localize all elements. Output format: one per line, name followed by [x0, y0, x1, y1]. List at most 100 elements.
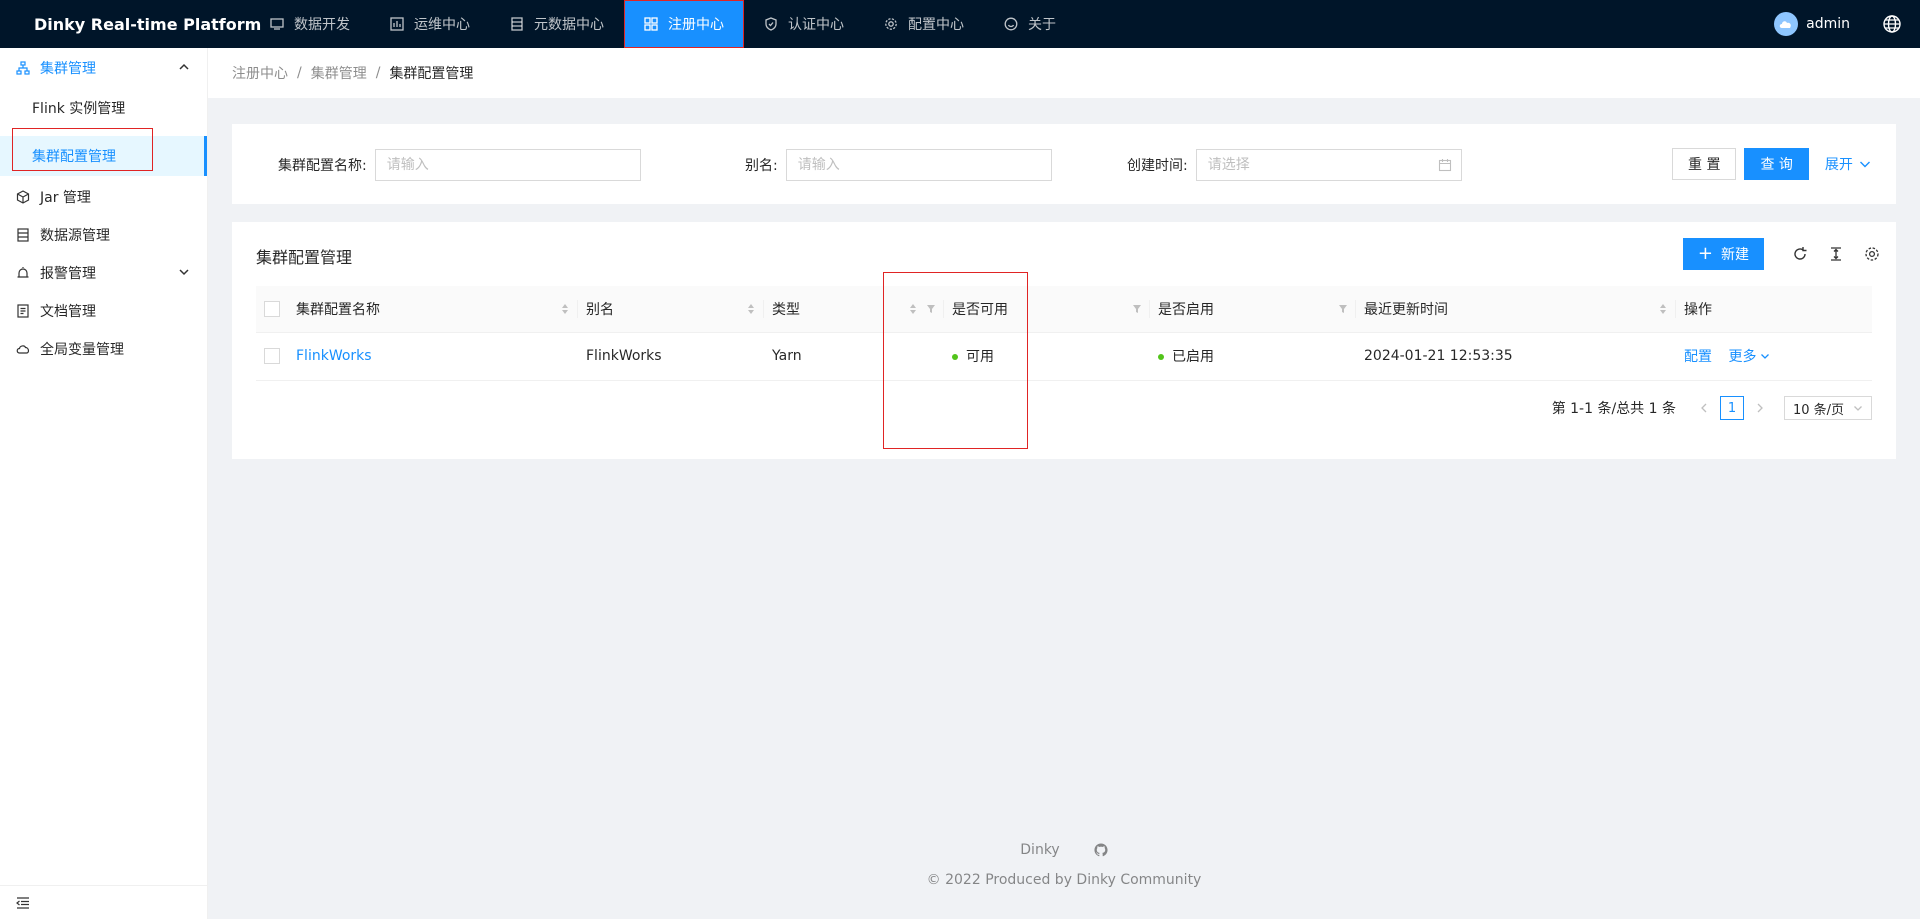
chevron-down-icon: [1854, 406, 1862, 411]
sort-icon[interactable]: [1658, 302, 1668, 316]
collapse-sidebar-button[interactable]: [0, 885, 207, 919]
nav-label: 数据开发: [294, 17, 350, 33]
cell-actions: 配置 更多: [1676, 332, 1872, 381]
search-form: 集群配置名称: 别名: 创建时间: 重 置 查 询 展开: [232, 124, 1896, 204]
sidebar-item-jar[interactable]: Jar 管理: [0, 178, 207, 216]
column-header-available[interactable]: 是否可用: [944, 286, 1150, 333]
alias-input[interactable]: [785, 149, 1052, 181]
globe-icon[interactable]: [1882, 14, 1902, 34]
query-button[interactable]: 查 询: [1744, 148, 1809, 180]
nav-item-ops-center[interactable]: 运维中心: [370, 0, 490, 48]
alias-label: 别名:: [745, 158, 778, 174]
column-title: 操作: [1684, 301, 1712, 318]
username: admin: [1806, 16, 1850, 32]
user-menu[interactable]: admin: [1774, 12, 1850, 36]
footer-brand-link[interactable]: Dinky: [1020, 842, 1059, 858]
filter-icon[interactable]: [1132, 302, 1142, 316]
nav-label: 运维中心: [414, 17, 470, 33]
nav-item-config-center[interactable]: 配置中心: [864, 0, 984, 48]
more-action-dropdown[interactable]: 更多: [1728, 346, 1770, 366]
cell-updated: 2024-01-21 12:53:35: [1356, 332, 1676, 381]
name-field: 集群配置名称:: [278, 149, 641, 181]
table-row[interactable]: FlinkWorks FlinkWorks Yarn 可用 已启用 2024-0…: [256, 332, 1872, 381]
nav-item-registry-center[interactable]: 注册中心: [624, 0, 744, 48]
sidebar-item-docs[interactable]: 文档管理: [0, 292, 207, 330]
column-title: 是否启用: [1158, 301, 1214, 318]
config-name-link[interactable]: FlinkWorks: [296, 348, 372, 364]
created-date-picker[interactable]: [1195, 149, 1462, 181]
page-size-value: 10 条/页: [1793, 402, 1845, 418]
expand-label: 展开: [1824, 157, 1853, 173]
setting-icon[interactable]: [1864, 246, 1880, 262]
sort-icon[interactable]: [746, 302, 756, 316]
nav-item-data-dev[interactable]: 数据开发: [250, 0, 370, 48]
sidebar-item-global-vars[interactable]: 全局变量管理: [0, 330, 207, 368]
status-dot: [952, 354, 958, 360]
next-page-button[interactable]: [1748, 396, 1772, 420]
sort-icon[interactable]: [560, 302, 570, 316]
calendar-icon: [1438, 159, 1451, 172]
app-title: Dinky Real-time Platform: [34, 14, 262, 34]
sidebar-item-datasource[interactable]: 数据源管理: [0, 216, 207, 254]
cell-type: Yarn: [764, 332, 944, 381]
cell-available: 可用: [944, 332, 1150, 381]
breadcrumb-current: 集群配置管理: [389, 66, 474, 82]
nav-item-about[interactable]: 关于: [984, 0, 1076, 48]
expand-link[interactable]: 展开: [1825, 154, 1871, 174]
column-title: 集群配置名称: [296, 301, 380, 318]
cell-enabled: 已启用: [1150, 332, 1356, 381]
search-actions: 重 置 查 询 展开: [1672, 148, 1871, 180]
github-icon[interactable]: [1094, 843, 1108, 857]
nav-label: 注册中心: [668, 17, 724, 33]
sort-icon[interactable]: [908, 302, 918, 316]
filter-icon[interactable]: [1338, 302, 1348, 316]
select-all-checkbox[interactable]: [264, 300, 280, 317]
breadcrumb-item[interactable]: 集群管理: [311, 63, 367, 83]
status-badge: 可用: [966, 349, 994, 365]
sidebar-item-label: 全局变量管理: [40, 342, 124, 358]
reset-button[interactable]: 重 置: [1672, 148, 1737, 180]
chevron-down-icon: [1761, 354, 1770, 359]
breadcrumb-item[interactable]: 注册中心: [232, 63, 288, 83]
column-header-type[interactable]: 类型: [764, 286, 944, 333]
new-button-label: 新建: [1721, 247, 1749, 263]
column-header-name[interactable]: 集群配置名称: [288, 286, 578, 333]
name-label: 集群配置名称:: [278, 158, 367, 174]
brand[interactable]: Dinky Real-time Platform: [0, 0, 261, 48]
config-action-link[interactable]: 配置: [1684, 349, 1712, 365]
footer-copyright: © 2022 Produced by Dinky Community: [208, 872, 1920, 888]
sidebar-item-label: Jar 管理: [40, 190, 91, 206]
cluster-config-table: 集群配置名称 别名 类型 是否可用 是否启用 最近更新时间 操作 FlinkWo…: [256, 286, 1872, 381]
breadcrumb-separator: /: [297, 65, 302, 81]
nav-label: 配置中心: [908, 17, 964, 33]
column-header-updated[interactable]: 最近更新时间: [1356, 286, 1676, 333]
column-header-alias[interactable]: 别名: [578, 286, 764, 333]
column-title: 类型: [772, 301, 800, 318]
menu-fold-icon: [16, 896, 29, 909]
reload-icon[interactable]: [1792, 246, 1808, 262]
page-size-select[interactable]: 10 条/页: [1784, 396, 1872, 420]
copyright-text: 2022 Produced by Dinky Community: [945, 872, 1202, 888]
shield-icon: [764, 17, 778, 31]
column-title: 最近更新时间: [1364, 301, 1448, 318]
new-button[interactable]: + 新建: [1682, 238, 1764, 270]
nav-item-auth-center[interactable]: 认证中心: [744, 0, 864, 48]
prev-page-button[interactable]: [1692, 396, 1716, 420]
status-badge: 已启用: [1172, 349, 1214, 365]
appstore-icon: [644, 17, 658, 31]
column-header-enabled[interactable]: 是否启用: [1150, 286, 1356, 333]
sidebar-item-alert[interactable]: 报警管理: [0, 254, 207, 292]
row-checkbox[interactable]: [264, 348, 280, 364]
nav-item-metadata-center[interactable]: 元数据中心: [490, 0, 624, 48]
sidebar-group-cluster[interactable]: 集群管理: [0, 48, 207, 88]
name-input[interactable]: [374, 149, 641, 181]
select-all-cell: [256, 286, 288, 333]
page-number[interactable]: 1: [1720, 396, 1744, 420]
column-height-icon[interactable]: [1828, 246, 1844, 262]
sidebar-item-flink-instance[interactable]: Flink 实例管理: [0, 88, 207, 128]
sidebar-item-cluster-config[interactable]: 集群配置管理: [0, 128, 207, 176]
table-title: 集群配置管理: [256, 248, 353, 267]
sidebar-group-label: 集群管理: [40, 61, 96, 77]
filter-icon[interactable]: [926, 302, 936, 316]
column-header-actions: 操作: [1676, 286, 1872, 333]
